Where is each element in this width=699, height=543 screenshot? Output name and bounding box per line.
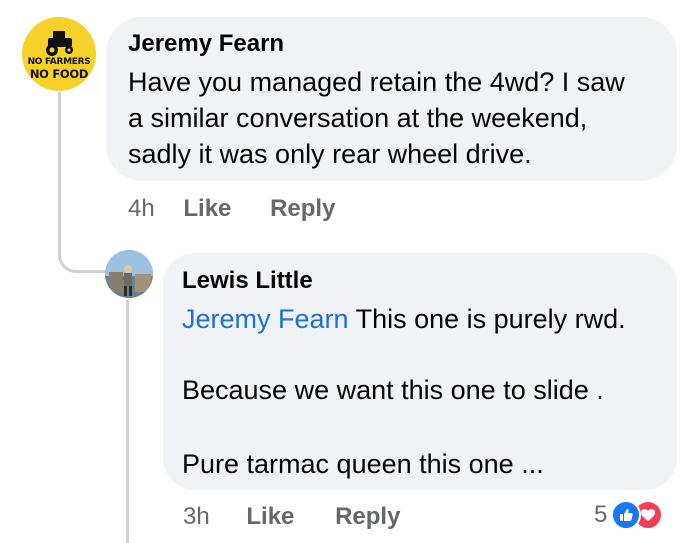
reply-author[interactable]: Lewis Little bbox=[182, 267, 313, 295]
mention-link[interactable]: Jeremy Fearn bbox=[182, 304, 349, 334]
comment-text-line: a similar conversation at the weekend, bbox=[128, 103, 588, 133]
logo-line-1: NO FARMERS bbox=[27, 57, 91, 67]
reply-text: This one is purely rwd. bbox=[348, 304, 626, 334]
reaction-count: 5 bbox=[594, 501, 608, 528]
reply-text-line: Pure tarmac queen this one ... bbox=[182, 449, 544, 479]
like-button[interactable]: Like bbox=[246, 503, 294, 530]
like-button[interactable]: Like bbox=[183, 195, 231, 222]
reply-thread-line bbox=[126, 300, 129, 543]
comment-author[interactable]: Jeremy Fearn bbox=[128, 30, 284, 58]
reply-meta: 3h Like Reply bbox=[183, 503, 400, 531]
logo-line-2: NO FOOD bbox=[29, 67, 89, 81]
profile-photo bbox=[105, 250, 153, 298]
avatar[interactable]: NO FARMERS NO FOOD bbox=[22, 17, 96, 91]
reply-text-line: Jeremy Fearn This one is purely rwd. bbox=[182, 301, 626, 337]
thread-branch bbox=[58, 240, 105, 273]
comment-text-line: Have you managed retain the 4wd? I saw bbox=[128, 67, 625, 97]
reply-button[interactable]: Reply bbox=[335, 503, 400, 530]
reply-timestamp[interactable]: 3h bbox=[183, 503, 210, 530]
reply-text-line: Because we want this one to slide . bbox=[182, 375, 604, 405]
comment-meta: 4h Like Reply bbox=[128, 195, 335, 223]
comment-text-line: sadly it was only rear wheel drive. bbox=[128, 139, 532, 169]
reply-button[interactable]: Reply bbox=[270, 195, 335, 222]
thread-line bbox=[58, 92, 61, 260]
reaction-summary[interactable]: 5 bbox=[594, 500, 664, 530]
avatar[interactable] bbox=[105, 250, 153, 298]
comment-timestamp[interactable]: 4h bbox=[128, 195, 155, 222]
